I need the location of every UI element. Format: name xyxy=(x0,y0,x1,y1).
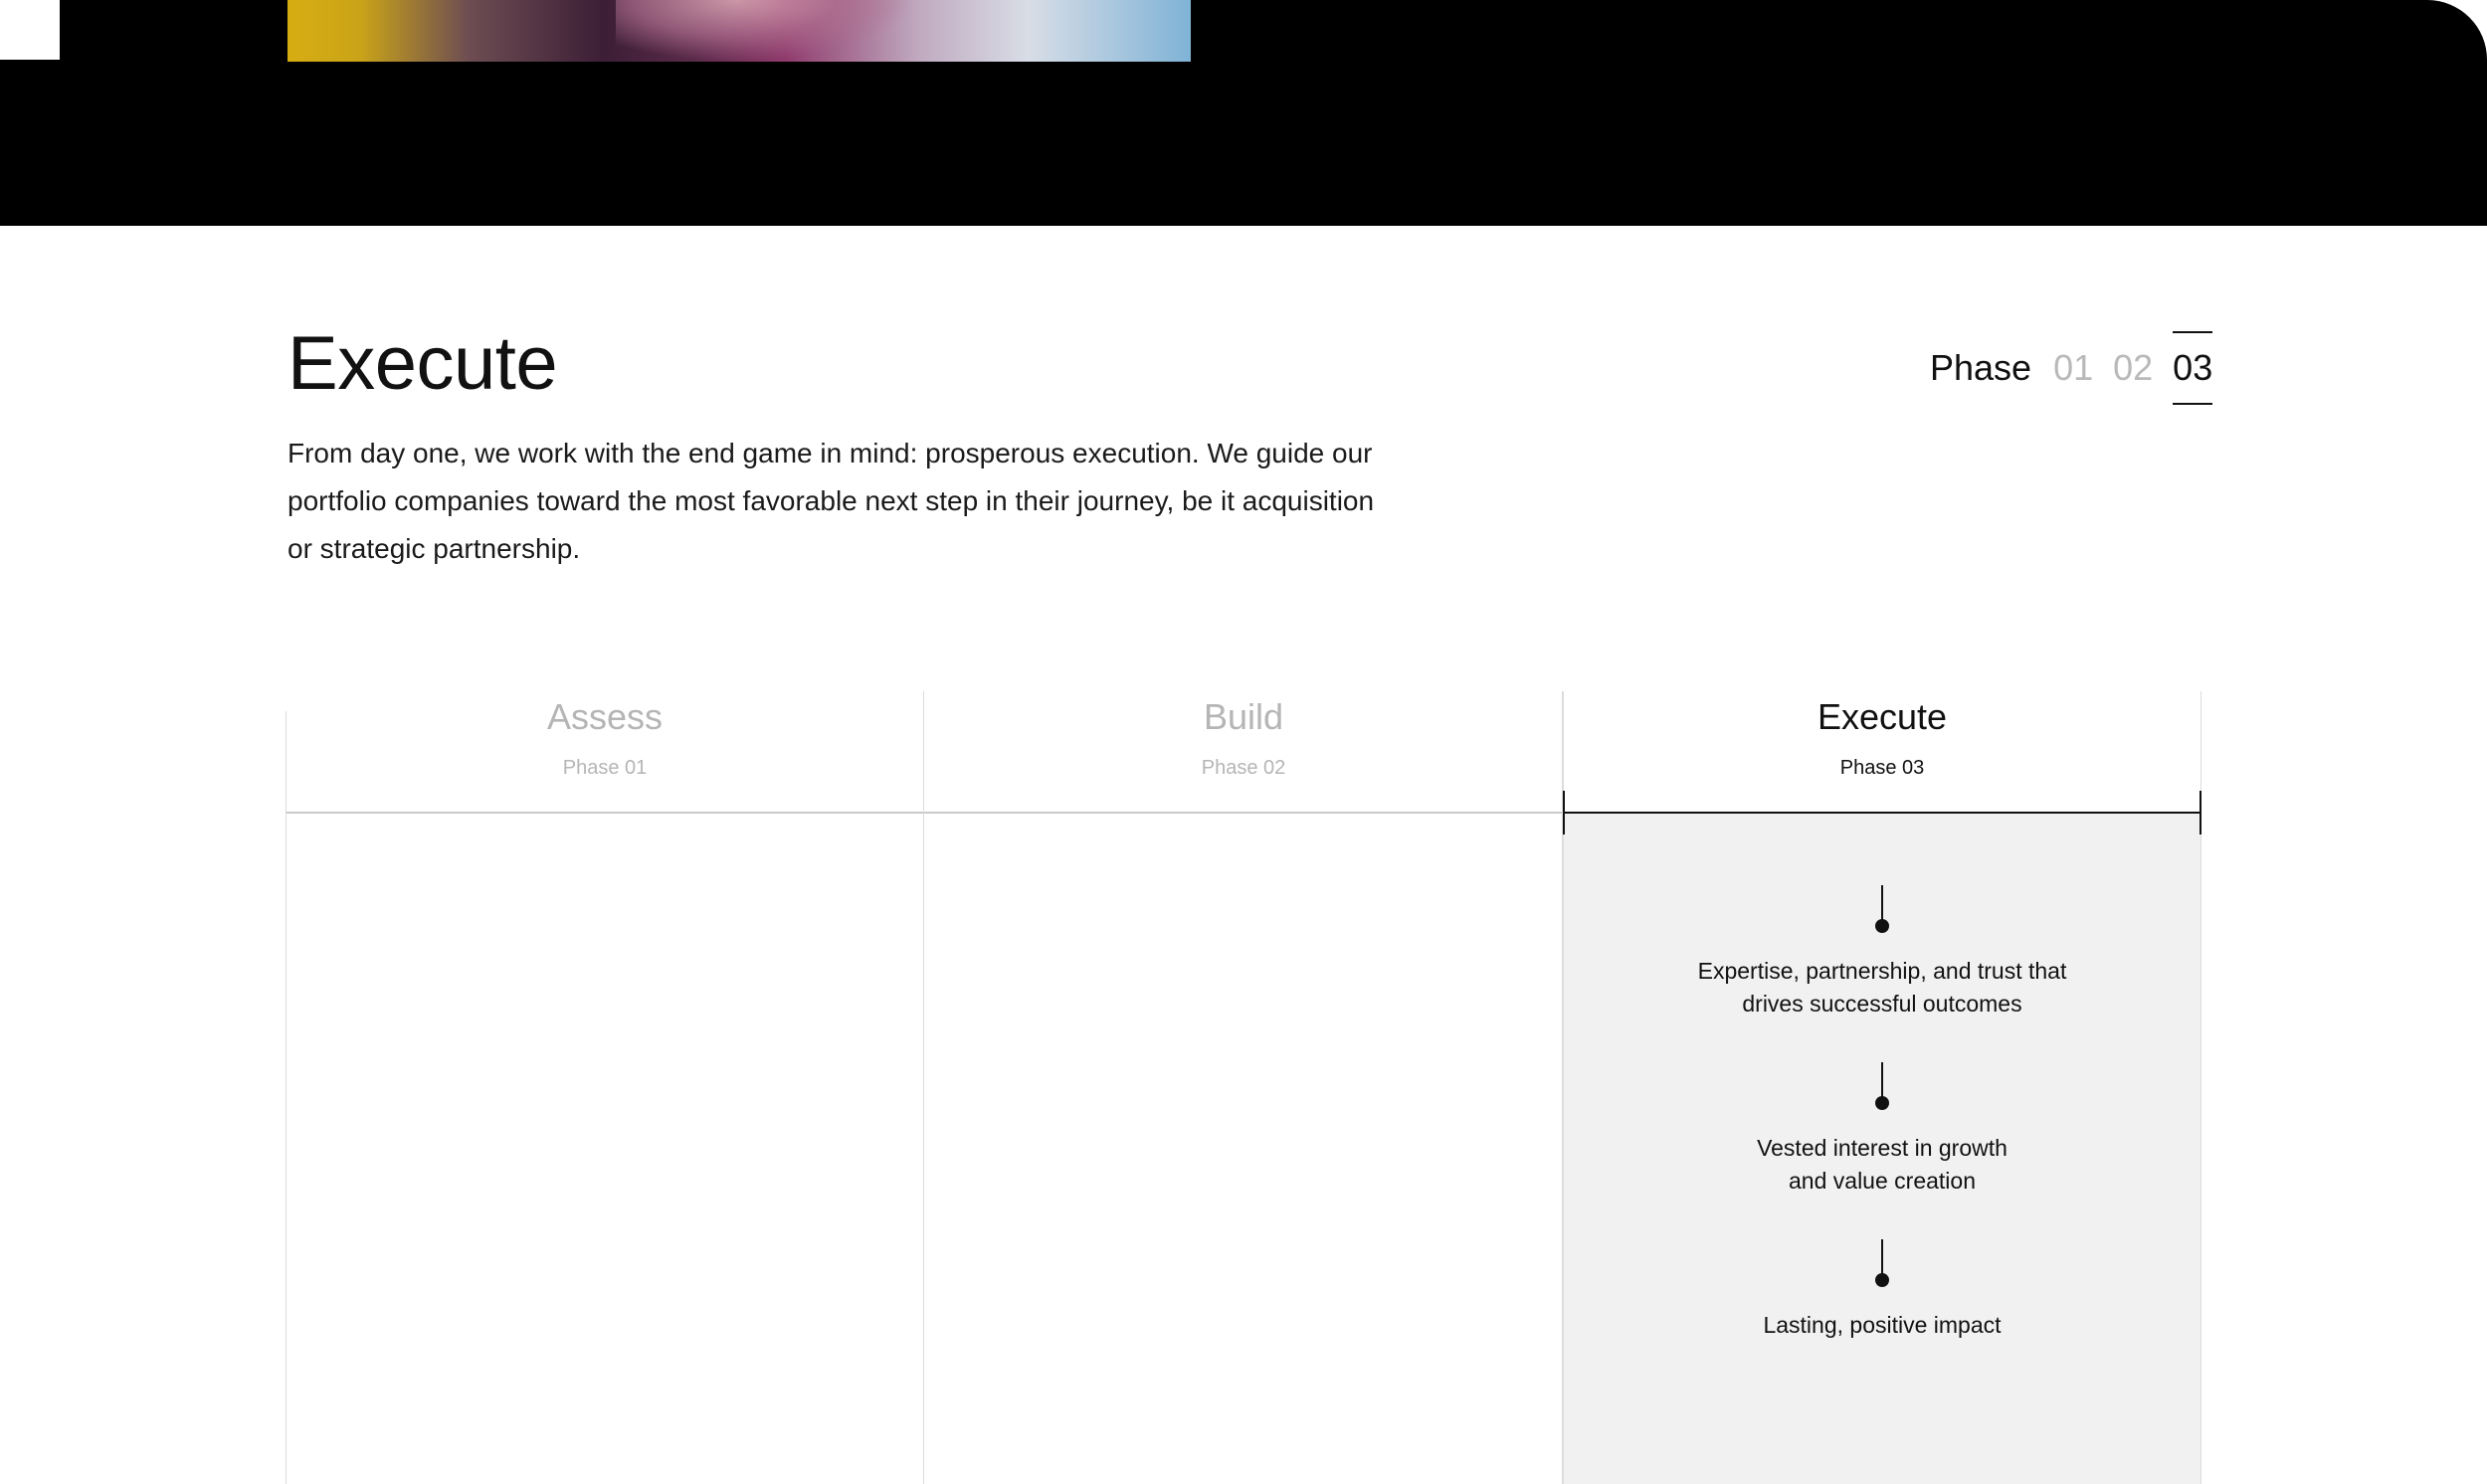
phase-indicator-label: Phase xyxy=(1930,347,2032,388)
hero-image-figure xyxy=(616,0,914,62)
phase-title: Build xyxy=(1203,696,1284,737)
point-text: Lasting, positive impact xyxy=(1563,1309,2201,1342)
page: Execute From day one, we work with the e… xyxy=(0,0,2487,1484)
phase-subtitle: Phase 01 xyxy=(562,757,648,779)
phase-column-execute[interactable]: Execute Phase 03 Expertise, partnership,… xyxy=(1563,691,2201,1484)
phase-indicator-02[interactable]: 02 xyxy=(2113,333,2153,403)
point-text-line: drives successful outcomes xyxy=(1742,991,2022,1017)
hero-band xyxy=(0,0,2487,226)
phase-title: Execute xyxy=(1817,696,1948,737)
column-divider xyxy=(286,711,287,1484)
point-text-line: and value creation xyxy=(1789,1168,1976,1194)
phase-indicator: Phase 01 02 03 xyxy=(1930,328,2213,408)
phase-column-build[interactable]: Build Phase 02 xyxy=(924,691,1563,1484)
active-phase-bracket xyxy=(1563,791,2201,835)
phase-point-2: Vested interest in growth and value crea… xyxy=(1563,1062,2201,1198)
phases-table: Assess Phase 01 Build Phase 02 Execute P… xyxy=(286,691,2201,1484)
hero-image xyxy=(287,0,1191,62)
phase-indicator-01[interactable]: 01 xyxy=(2053,333,2093,403)
phase-point-1: Expertise, partnership, and trust that d… xyxy=(1563,885,2201,1020)
phase-subtitle: Phase 02 xyxy=(1201,757,1286,779)
phase-column-header: Assess Phase 01 xyxy=(286,691,924,813)
bracket-bar xyxy=(1563,812,2201,814)
phase-indicator-03[interactable]: 03 xyxy=(2173,331,2213,405)
point-text-line: Lasting, positive impact xyxy=(1763,1312,2002,1338)
section-title: Execute xyxy=(287,321,558,406)
point-dot-icon xyxy=(1875,919,1889,933)
bracket-tick-right xyxy=(2200,791,2201,835)
bracket-tick-left xyxy=(1563,791,1565,835)
phase-subtitle: Phase 03 xyxy=(1839,757,1925,779)
point-dot-icon xyxy=(1875,1096,1889,1110)
point-text-line: Expertise, partnership, and trust that xyxy=(1697,958,2067,984)
hero-corner-right xyxy=(2427,0,2487,60)
phase-point-3: Lasting, positive impact xyxy=(1563,1239,2201,1342)
section-description: From day one, we work with the end game … xyxy=(287,438,1375,564)
phase-title: Assess xyxy=(546,696,664,737)
point-dot-icon xyxy=(1875,1273,1889,1287)
phase-column-assess[interactable]: Assess Phase 01 xyxy=(286,691,924,1484)
point-text: Vested interest in growth and value crea… xyxy=(1563,1132,2201,1198)
phase-column-header: Build Phase 02 xyxy=(924,691,1563,813)
hero-corner-left xyxy=(0,0,60,60)
point-text-line: Vested interest in growth xyxy=(1757,1135,2008,1161)
point-text: Expertise, partnership, and trust that d… xyxy=(1563,955,2201,1020)
